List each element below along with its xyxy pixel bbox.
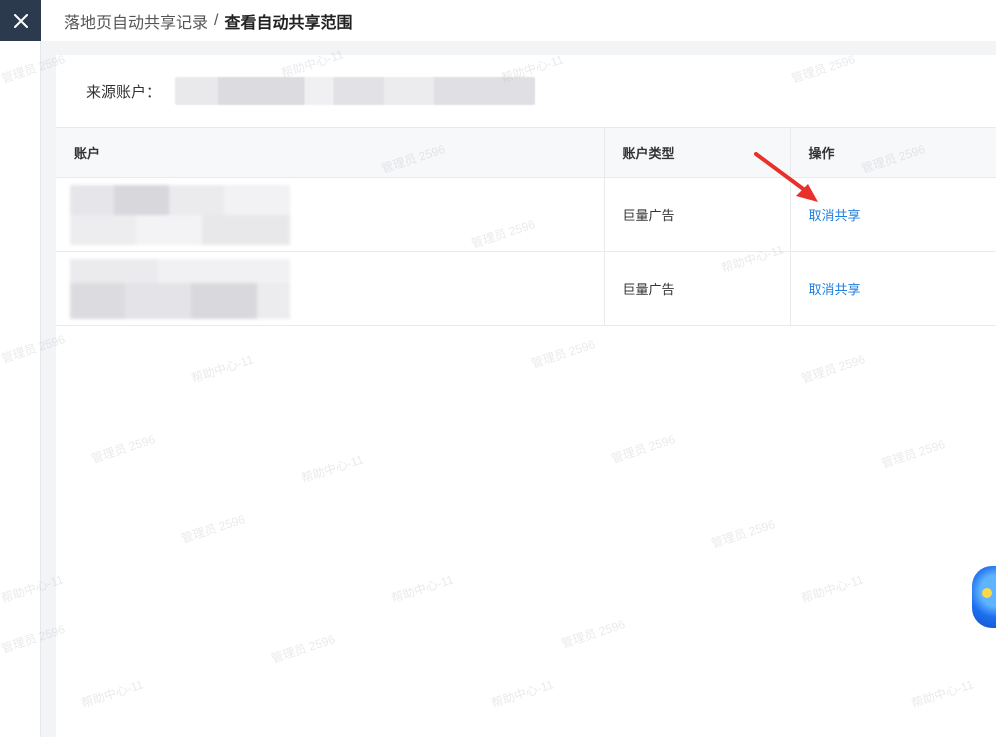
table-header-row: 账户 账户类型 操作 xyxy=(56,127,996,178)
breadcrumb-parent[interactable]: 落地页自动共享记录 xyxy=(64,9,208,33)
column-header-account: 账户 xyxy=(56,127,604,178)
table-row: 巨量广告 取消共享 xyxy=(56,177,996,252)
page-title: 查看自动共享范围 xyxy=(224,14,353,32)
close-button[interactable] xyxy=(0,0,41,41)
column-header-action: 操作 xyxy=(789,127,996,178)
action-cell: 取消共享 xyxy=(789,177,996,252)
left-strip xyxy=(0,41,41,737)
action-cell: 取消共享 xyxy=(789,251,996,326)
cancel-share-link[interactable]: 取消共享 xyxy=(809,208,861,223)
account-name-redacted xyxy=(70,258,290,319)
source-account-value-redacted xyxy=(175,77,536,105)
account-cell xyxy=(56,251,604,326)
close-icon xyxy=(13,13,28,28)
assistant-icon[interactable] xyxy=(972,566,996,628)
account-cell xyxy=(56,177,604,252)
source-account-label: 来源账户： xyxy=(86,83,162,101)
table-row: 巨量广告 取消共享 xyxy=(56,251,996,326)
breadcrumb-separator: / xyxy=(214,11,219,29)
account-name-redacted xyxy=(70,184,290,245)
account-type-cell: 巨量广告 xyxy=(603,177,790,252)
account-type-cell: 巨量广告 xyxy=(603,251,790,326)
cancel-share-link[interactable]: 取消共享 xyxy=(809,282,861,297)
column-header-account-type: 账户类型 xyxy=(603,127,790,178)
accounts-table: 账户 账户类型 操作 巨量广告 取消共享 巨量广告 取消共享 xyxy=(56,127,996,326)
breadcrumb: 落地页自动共享记录 / 查看自动共享范围 xyxy=(41,0,996,41)
main-panel: 来源账户： 账户 账户类型 操作 巨量广告 取消共享 巨量广告 取消共享 xyxy=(56,55,996,737)
source-account-row: 来源账户： xyxy=(56,55,996,127)
